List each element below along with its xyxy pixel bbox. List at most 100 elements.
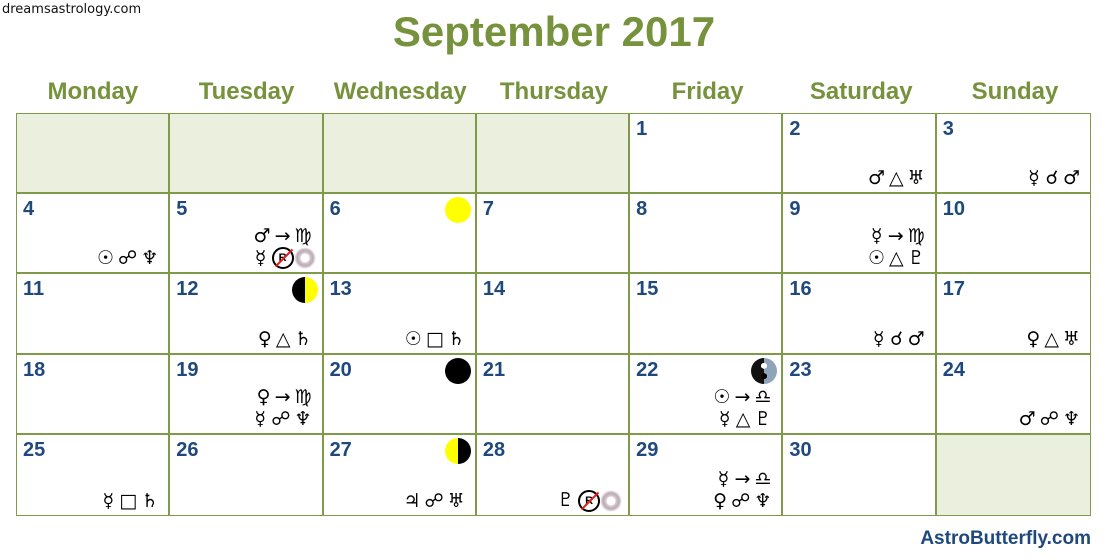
mars-icon: ♂: [253, 224, 275, 247]
weekday-friday: Friday: [671, 78, 744, 105]
saturn-icon: ♄: [447, 327, 469, 350]
aspect-line: ♀→♍: [253, 386, 315, 408]
mercury-icon: ☿: [1028, 167, 1044, 190]
virgo-icon: ♍: [294, 224, 316, 247]
day-number: 3: [942, 118, 954, 140]
aspect-list: ♀△♅: [1026, 328, 1084, 350]
mercury-icon: ☿: [254, 407, 271, 430]
calendar-cell: 4 ☉☍♆: [17, 194, 171, 275]
calendar-cell: 28 ♇ R: [476, 434, 631, 515]
footer-credit: AstroButterfly.com: [920, 528, 1091, 549]
aspect-line: ☿□♄: [101, 490, 162, 512]
opposition-icon: ☍: [1039, 407, 1063, 430]
opposition-icon: ☍: [424, 489, 448, 512]
aspect-list: ♂→♍ ☿ R: [254, 225, 316, 270]
weekday-wednesday: Wednesday: [333, 78, 467, 105]
jupiter-icon: ♃: [403, 489, 425, 512]
pluto-icon: ♇: [907, 247, 929, 270]
calendar-cell: 25 ☿□♄: [17, 434, 171, 515]
aspect-list: ☿☌♂: [872, 328, 929, 350]
calendar-cell: 29 ☿→♎ ♀☍♆: [630, 434, 784, 515]
calendar-cell: 21: [476, 354, 631, 435]
day-number: 19: [176, 358, 199, 381]
mercury-icon: ☿: [870, 225, 887, 248]
aspect-list: ♃☍♅: [404, 490, 469, 512]
weekday-header-row: Monday Tuesday Wednesday Thursday Friday…: [16, 78, 1092, 106]
day-number: 30: [789, 438, 812, 461]
aspect-line: ☉→♎: [713, 386, 775, 408]
yin-yang-equinox-icon: [751, 357, 778, 384]
neptune-icon: ♆: [294, 407, 316, 430]
mars-icon: ♂: [907, 327, 929, 350]
aspect-line: ♀△♄: [258, 328, 316, 350]
calendar-cell: 11: [17, 274, 171, 355]
trine-icon: △: [1044, 327, 1063, 350]
aspect-line: ♂△♅: [868, 167, 929, 189]
venus-icon: ♀: [257, 327, 276, 350]
calendar-title: September 2017: [392, 8, 716, 55]
aspect-line: ♇ R: [557, 489, 623, 512]
trine-icon: △: [275, 327, 295, 350]
day-number: 25: [23, 438, 46, 461]
day-number: 13: [329, 278, 352, 301]
day-number: 27: [329, 438, 352, 461]
venus-icon: ♀: [256, 385, 275, 408]
aspect-line: ☿ R: [254, 247, 316, 270]
calendar-cell: 14: [476, 274, 631, 355]
aspect-list: ☿→♍ ☉△♇: [868, 225, 929, 269]
aspect-line: ♂☍♆: [1019, 408, 1084, 430]
aspect-line: ♀△♅: [1026, 328, 1084, 350]
ingress-arrow-icon: →: [734, 467, 755, 490]
libra-icon: ♎: [754, 385, 776, 408]
trine-icon: △: [889, 247, 908, 270]
station-direct-burst-icon: [293, 247, 316, 270]
aspect-line: ☉□♄: [405, 328, 469, 350]
calendar-cell: 19 ♀→♍ ☿☍♆: [170, 354, 324, 435]
weekday-tuesday: Tuesday: [198, 78, 295, 105]
day-number: 10: [942, 198, 965, 221]
sun-icon: ☉: [404, 327, 426, 350]
calendar-cell: 18: [17, 354, 171, 435]
trine-icon: △: [735, 407, 755, 430]
venus-icon: ♀: [713, 489, 732, 512]
calendar-cell: 27 ♃☍♅: [323, 434, 477, 515]
calendar-cell: 30: [783, 434, 937, 515]
calendar-cell: 16 ☿☌♂: [783, 274, 937, 355]
libra-icon: ♎: [754, 467, 776, 490]
uranus-icon: ♅: [1062, 327, 1084, 350]
calendar-cell: 6: [323, 194, 477, 275]
aspect-list: ☿□♄: [101, 490, 162, 512]
day-number: 9: [789, 198, 801, 221]
retrograde-end-icon: R: [578, 489, 601, 512]
aspect-list: ☉→♎ ☿△♇: [713, 386, 775, 430]
day-number: 12: [176, 278, 199, 301]
mercury-icon: ☿: [102, 489, 119, 512]
calendar-cell: 17 ♀△♅: [936, 274, 1090, 355]
weekday-saturday: Saturday: [809, 78, 913, 105]
aspect-line: ☿☌♂: [1027, 167, 1084, 189]
aspect-line: ☿☌♂: [872, 328, 929, 350]
day-number: 8: [636, 198, 648, 221]
square-icon: □: [119, 489, 142, 512]
opposition-icon: ☍: [731, 489, 755, 512]
venus-icon: ♀: [1026, 327, 1045, 350]
day-number: 1: [636, 118, 648, 140]
aspect-line: ☉△♇: [868, 247, 929, 269]
mercury-icon: ☿: [717, 467, 734, 490]
aspect-list: ☿☌♂: [1027, 167, 1084, 189]
aspect-list: ☉□♄: [405, 328, 469, 350]
mercury-icon: ☿: [872, 327, 889, 350]
calendar-cell: 15: [630, 274, 784, 355]
calendar-cell: 26: [170, 434, 324, 515]
weekday-sunday: Sunday: [971, 78, 1059, 105]
saturn-icon: ♄: [141, 489, 163, 512]
calendar-cell-empty: [17, 114, 171, 195]
calendar-cell: 10: [936, 194, 1090, 275]
mercury-icon: ☿: [254, 246, 271, 269]
day-number: 4: [23, 198, 35, 221]
calendar-cell: 23: [783, 354, 937, 435]
aspect-line: ☿→♎: [713, 468, 775, 490]
pluto-icon: ♇: [754, 407, 776, 430]
day-number: 17: [942, 278, 965, 301]
day-number: 22: [636, 358, 659, 381]
